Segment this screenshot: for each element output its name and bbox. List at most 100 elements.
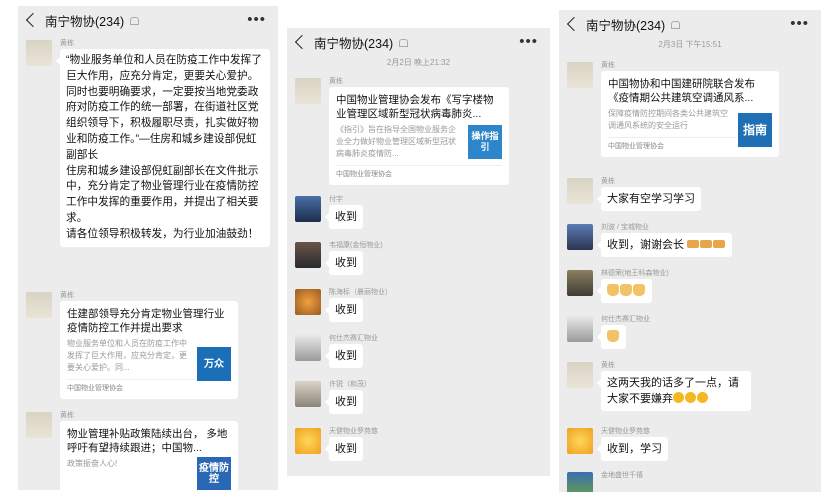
message-bubble[interactable]: 收到 — [325, 344, 363, 368]
card-thumbnail: 指南 — [738, 113, 772, 147]
message-bubble[interactable]: 收到 — [325, 390, 363, 414]
smile-icon — [673, 392, 709, 405]
mute-icon — [129, 15, 140, 25]
link-card[interactable]: 物业管理补贴政策陆续出台， 多地呼吁有望持续跟进；中国物... 政策振奋人心! … — [60, 421, 238, 490]
more-icon[interactable]: ••• — [790, 15, 809, 32]
message-bubble[interactable]: 收到 — [325, 251, 363, 275]
mute-icon — [398, 37, 409, 47]
message-text: 天健物业罗苑慈 收到，学习 — [567, 428, 815, 472]
link-card[interactable]: 住建部领导充分肯定物业管理行业疫情防控工作并提出要求 物业服务单位和人员在防疫工… — [60, 301, 238, 399]
avatar[interactable] — [567, 62, 593, 88]
message-text: 黄栋 大家有空学习学习 — [567, 178, 815, 222]
more-icon[interactable]: ••• — [247, 11, 266, 28]
more-icon[interactable]: ••• — [519, 33, 538, 50]
card-title: 中国物业管理协会发布《写字楼物业管理区域新型冠状病毒肺炎... — [336, 94, 494, 120]
message-card: 黄栋 物业管理补贴政策陆续出台， 多地呼吁有望持续跟进；中国物... 政策振奋人… — [26, 412, 272, 490]
chat-title: 南宁物协(234) — [314, 36, 394, 51]
card-title: 住建部领导充分肯定物业管理行业疫情防控工作并提出要求 — [67, 308, 225, 334]
sender-name: 林德荣(地王科森物业) — [601, 270, 669, 277]
sender-name: 金地盛世千禧 — [601, 472, 643, 479]
message-reply: 天健物业罗苑慈 收到 — [295, 428, 544, 472]
card-title: 中国物协和中国建研院联合发布《疫情期公共建筑空调通风系... — [608, 78, 755, 104]
card-source: 中国物业管理协会 — [336, 165, 502, 179]
back-icon[interactable] — [566, 16, 582, 32]
message-reply: 韦福康(金恒物业) 收到 — [295, 242, 544, 286]
sender-name: 韦福康(金恒物业) — [329, 242, 383, 249]
card-thumbnail: 操作指引 — [468, 125, 502, 159]
avatar[interactable] — [295, 381, 321, 407]
message-bubble[interactable]: 收到，谢谢会长 — [596, 233, 733, 257]
avatar[interactable] — [26, 292, 52, 318]
sender-name: 黄栋 — [329, 78, 343, 85]
card-desc: 《指引》旨在指导全国物业服务企业全力做好物业管理区域新型冠状病毒肺炎疫情防... — [336, 125, 456, 158]
sender-name: 黄栋 — [60, 412, 74, 419]
link-card[interactable]: 中国物业管理协会发布《写字楼物业管理区域新型冠状病毒肺炎... 《指引》旨在指导… — [329, 87, 509, 185]
back-icon[interactable] — [25, 12, 41, 28]
avatar[interactable] — [567, 178, 593, 204]
sender-name: 许锐（和茂） — [329, 381, 371, 388]
avatar[interactable] — [295, 335, 321, 361]
back-icon[interactable] — [294, 34, 310, 50]
avatar[interactable] — [26, 40, 52, 66]
chat-title: 南宁物协(234) — [45, 14, 125, 29]
message-bubble[interactable] — [597, 325, 626, 349]
message-card: 黄栋 住建部领导充分肯定物业管理行业疫情防控工作并提出要求 物业服务单位和人员在… — [26, 292, 272, 408]
sender-name: 付宇 — [329, 196, 343, 203]
message-reply: 陈海标（晨丽物业） 收到 — [295, 289, 544, 333]
sender-name: 黄栋 — [601, 362, 615, 369]
sender-name: 黄栋 — [60, 40, 74, 47]
chat-header: 南宁物协(234) ••• — [559, 10, 821, 38]
card-thumbnail: 疫情防控 — [197, 457, 231, 490]
avatar[interactable] — [295, 78, 321, 104]
message-reply: 许锐（和茂） 收到 — [295, 381, 544, 425]
message-bubble[interactable]: 大家有空学习学习 — [597, 187, 701, 211]
avatar[interactable] — [567, 224, 593, 250]
avatar[interactable] — [26, 412, 52, 438]
message-bubble[interactable]: 收到 — [325, 298, 363, 322]
avatar[interactable] — [295, 196, 321, 222]
clap-icon — [607, 284, 646, 297]
card-source: 中国物业管理协会 — [67, 379, 231, 393]
avatar[interactable] — [295, 242, 321, 268]
card-title: 物业管理补贴政策陆续出台， 多地呼吁有望持续跟进；中国物... — [67, 428, 228, 454]
message-emoji: 林德荣(地王科森物业) — [567, 270, 815, 314]
avatar[interactable] — [567, 428, 593, 454]
message-bubble[interactable]: 收到 — [325, 437, 363, 461]
message-bubble[interactable] — [597, 279, 652, 303]
link-card[interactable]: 中国物协和中国建研院联合发布《疫情期公共建筑空调通风系... 保障疫情防控期间各… — [601, 71, 779, 157]
chat-header: 南宁物协(234) ••• — [287, 28, 550, 56]
message-card: 黄栋 中国物业管理协会发布《写字楼物业管理区域新型冠状病毒肺炎... 《指引》旨… — [295, 78, 544, 196]
avatar[interactable] — [567, 362, 593, 388]
sender-name: 何仕杰赛汇物业 — [329, 335, 378, 342]
message-text-content: 收到，谢谢会长 — [607, 239, 684, 251]
avatar[interactable] — [567, 472, 593, 492]
sender-name: 天健物业罗苑慈 — [601, 428, 650, 435]
message-text: 黄栋 这两天我的话多了一点，请大家不要嫌弃 — [567, 362, 815, 422]
message-bubble[interactable]: 收到 — [325, 205, 363, 229]
sender-name: 黄栋 — [60, 292, 74, 299]
sender-name: 何仕杰赛汇物业 — [601, 316, 650, 323]
avatar[interactable] — [295, 289, 321, 315]
clap-icon — [607, 330, 620, 343]
message-emoji: 何仕杰赛汇物业 — [567, 316, 815, 360]
chat-panel-right: 南宁物协(234) ••• 2月3日 下午15:51 黄栋 中国物协和中国建研院… — [559, 10, 821, 492]
message-bubble[interactable]: 这两天我的话多了一点，请大家不要嫌弃 — [597, 371, 751, 411]
message-card: 黄栋 中国物协和中国建研院联合发布《疫情期公共建筑空调通风系... 保障疫情防控… — [567, 62, 815, 174]
message-text: 刘波 / 宝城物业 收到，谢谢会长 — [567, 224, 815, 268]
chat-panel-middle: 南宁物协(234) ••• 2月2日 晚上21:32 黄栋 中国物业管理协会发布… — [287, 28, 550, 476]
avatar[interactable] — [567, 316, 593, 342]
message-text: 金地盛世千禧 — [567, 472, 815, 492]
mute-icon — [670, 19, 681, 29]
card-desc: 物业服务单位和人员在防疫工作中发挥了巨大作用，应充分肯定，更要关心爱护。同... — [67, 339, 187, 372]
chat-header: 南宁物协(234) ••• — [18, 6, 278, 34]
avatar[interactable] — [295, 428, 321, 454]
message-bubble[interactable]: “物业服务单位和人员在防疫工作中发挥了巨大作用，应充分肯定，更要关心爱护。同时也… — [56, 49, 270, 247]
timestamp: 2月3日 下午15:51 — [658, 40, 722, 49]
message-text: 黄栋 “物业服务单位和人员在防疫工作中发挥了巨大作用，应充分肯定，更要关心爱护。… — [26, 40, 272, 290]
sender-name: 天健物业罗苑慈 — [329, 428, 378, 435]
sender-name: 陈海标（晨丽物业） — [329, 289, 392, 296]
sender-name: 刘波 / 宝城物业 — [601, 224, 649, 231]
avatar[interactable] — [567, 270, 593, 296]
message-bubble[interactable]: 收到，学习 — [597, 437, 668, 461]
chat-panel-left: 南宁物协(234) ••• 黄栋 “物业服务单位和人员在防疫工作中发挥了巨大作用… — [18, 6, 278, 490]
